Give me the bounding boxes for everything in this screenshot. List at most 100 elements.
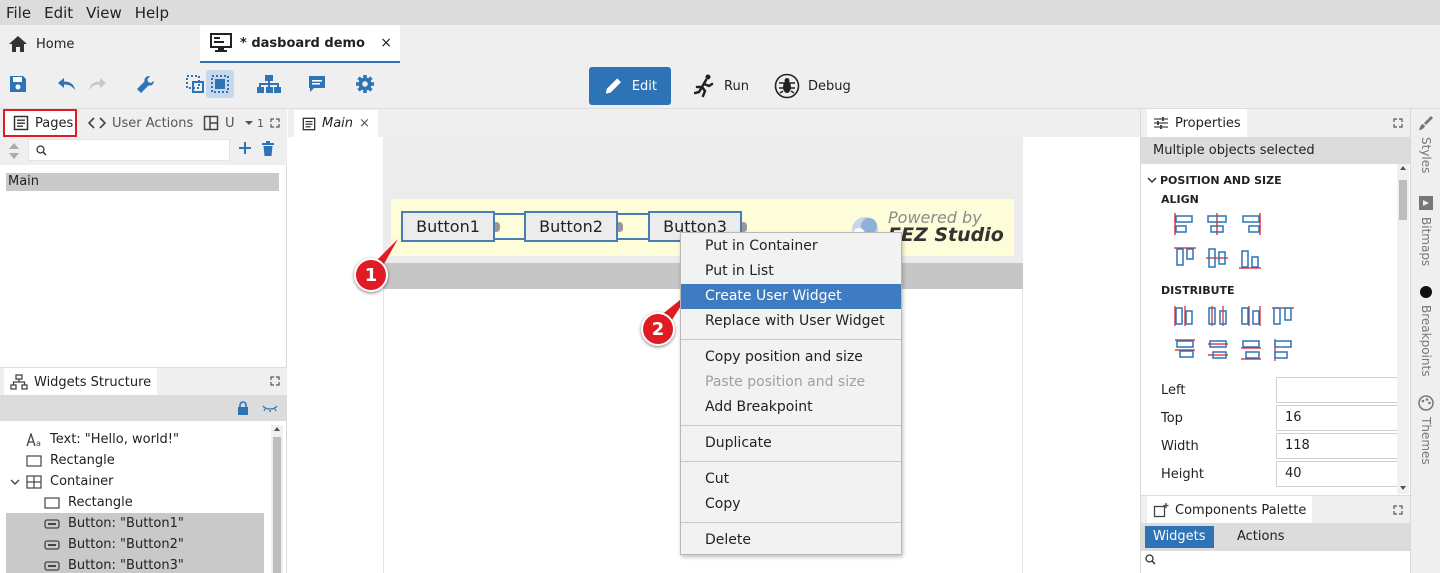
scrollbar-thumb[interactable] <box>273 437 281 573</box>
align-middle-icon[interactable] <box>1205 246 1229 270</box>
close-tab-icon[interactable]: × <box>380 35 392 51</box>
side-tab-themes[interactable]: Themes <box>1411 395 1440 465</box>
distribute-bottom-icon[interactable] <box>1239 338 1263 362</box>
select-frame-icon[interactable] <box>185 74 205 94</box>
distribute-left-icon[interactable] <box>1173 304 1197 328</box>
run-mode-button[interactable]: Run <box>680 67 763 105</box>
chevron-down-icon[interactable] <box>1147 176 1157 184</box>
wrench-icon[interactable] <box>135 74 157 96</box>
section-position-size[interactable]: POSITION AND SIZE <box>1160 174 1282 187</box>
save-icon[interactable] <box>8 74 28 94</box>
maximize-icon[interactable] <box>1393 118 1403 128</box>
pages-search-input[interactable] <box>28 139 230 161</box>
tree-item-button3[interactable]: Button: "Button3" <box>6 555 264 573</box>
tab-pages-label: Pages <box>35 115 74 131</box>
chevron-down-icon[interactable] <box>10 478 20 486</box>
tree-item-label: Rectangle <box>68 495 133 510</box>
hierarchy-icon[interactable] <box>256 74 282 94</box>
prop-left-input[interactable] <box>1276 377 1397 403</box>
pages-icon <box>13 115 29 131</box>
menu-file[interactable]: File <box>6 4 31 22</box>
rectangle-icon <box>44 496 60 509</box>
menu-item-cut[interactable]: Cut <box>681 467 901 492</box>
widgets-structure-tab[interactable]: Widgets Structure <box>4 368 158 396</box>
side-tab-styles[interactable]: Styles <box>1411 115 1440 173</box>
sort-icon[interactable] <box>8 142 20 160</box>
tree-item-rectangle[interactable]: Rectangle <box>44 492 133 513</box>
properties-scrollbar[interactable] <box>1397 164 1409 494</box>
tree-item-text[interactable]: a Text: "Hello, world!" <box>26 429 179 450</box>
pages-search-row <box>0 137 287 165</box>
distribute-center-icon[interactable] <box>1206 304 1230 328</box>
trash-icon[interactable] <box>261 141 275 157</box>
menu-item-replace-with-user-widget[interactable]: Replace with User Widget <box>681 309 901 334</box>
undo-icon[interactable] <box>56 74 78 94</box>
add-icon[interactable] <box>238 141 252 155</box>
align-right-icon[interactable] <box>1238 212 1262 236</box>
debug-mode-button[interactable]: Debug <box>760 67 865 105</box>
tree-item-container[interactable]: Container <box>10 471 114 492</box>
tab-widgets[interactable]: Widgets <box>1145 526 1214 548</box>
side-tab-breakpoints[interactable]: Breakpoints <box>1411 285 1440 376</box>
tab-dashboard-demo[interactable]: * dasboard demo × <box>200 25 400 63</box>
menu-item-put-in-list[interactable]: Put in List <box>681 259 901 284</box>
select-mode-toggle[interactable] <box>206 70 234 98</box>
selection-status: Multiple objects selected <box>1141 137 1411 164</box>
tab-home[interactable]: Home <box>8 25 198 63</box>
scrollbar-thumb[interactable] <box>1399 180 1407 220</box>
distribute-horizontal-gaps-icon[interactable] <box>1271 304 1295 328</box>
distribute-right-icon[interactable] <box>1239 304 1263 328</box>
menubar: File Edit View Help <box>0 0 1440 25</box>
button-icon <box>44 560 60 571</box>
tab-main-page[interactable]: Main × <box>294 110 378 137</box>
page-list-item-main[interactable]: Main <box>6 173 279 191</box>
tree-item-button2[interactable]: Button: "Button2" <box>6 534 264 555</box>
tree-item-button1[interactable]: Button: "Button1" <box>6 513 264 534</box>
align-left-icon[interactable] <box>1173 212 1197 236</box>
maximize-icon[interactable] <box>1393 505 1403 515</box>
menu-item-delete[interactable]: Delete <box>681 528 901 553</box>
more-tabs-dropdown[interactable]: 1 <box>244 109 264 137</box>
prop-height-input[interactable]: 40 <box>1276 461 1397 487</box>
redo-icon[interactable] <box>86 74 108 94</box>
menu-edit[interactable]: Edit <box>44 4 73 22</box>
menu-item-copy[interactable]: Copy <box>681 492 901 517</box>
prop-width-input[interactable]: 118 <box>1276 433 1397 459</box>
distribute-middle-icon[interactable] <box>1206 338 1230 362</box>
close-tab-icon[interactable]: × <box>359 116 370 131</box>
menu-item-duplicate[interactable]: Duplicate <box>681 431 901 456</box>
align-bottom-icon[interactable] <box>1238 246 1262 270</box>
align-center-icon[interactable] <box>1205 212 1229 236</box>
menu-item-copy-position-size[interactable]: Copy position and size <box>681 345 901 370</box>
menu-item-create-user-widget[interactable]: Create User Widget <box>681 284 901 309</box>
maximize-icon[interactable] <box>270 118 280 128</box>
menu-item-put-in-container[interactable]: Put in Container <box>681 234 901 259</box>
tree-item-rectangle[interactable]: Rectangle <box>26 450 115 471</box>
distribute-vertical-gaps-icon[interactable] <box>1271 338 1295 362</box>
properties-tab[interactable]: Properties <box>1147 109 1247 137</box>
widget-button2[interactable]: Button2 <box>524 211 618 242</box>
components-palette-tab[interactable]: Components Palette <box>1147 496 1313 524</box>
side-tab-bitmaps[interactable]: Bitmaps <box>1411 195 1440 266</box>
widgets-tree-scrollbar[interactable] <box>271 425 283 573</box>
menu-item-add-breakpoint[interactable]: Add Breakpoint <box>681 395 901 420</box>
callout-badge-2: 2 <box>641 312 675 346</box>
gear-icon[interactable] <box>355 74 375 94</box>
menu-help[interactable]: Help <box>135 4 169 22</box>
tab-home-label: Home <box>36 36 75 52</box>
prop-top-input[interactable]: 16 <box>1276 405 1397 431</box>
lock-icon[interactable] <box>237 401 249 415</box>
tab-pages[interactable]: Pages <box>3 109 77 137</box>
comment-icon[interactable] <box>307 74 327 94</box>
edit-mode-button[interactable]: Edit <box>589 67 671 105</box>
tab-actions[interactable]: Actions <box>1237 526 1285 548</box>
maximize-icon[interactable] <box>270 376 280 386</box>
search-icon[interactable] <box>1145 554 1156 565</box>
container-icon <box>26 474 42 489</box>
menu-view[interactable]: View <box>86 4 122 22</box>
distribute-top-icon[interactable] <box>1173 338 1197 362</box>
align-top-icon[interactable] <box>1173 246 1197 270</box>
eye-closed-icon[interactable] <box>262 403 278 413</box>
tab-user-actions[interactable]: User Actions <box>88 109 193 137</box>
tab-user-widgets[interactable]: U <box>203 109 235 137</box>
